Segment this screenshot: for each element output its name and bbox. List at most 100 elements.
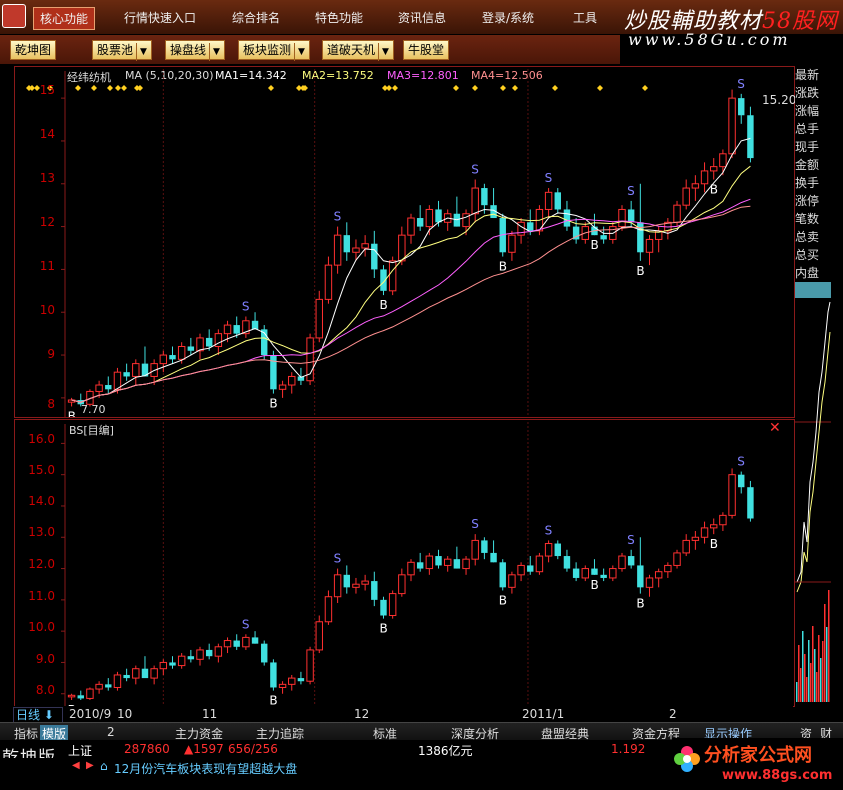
field-change[interactable]: 涨跌 [795,84,831,102]
menu-item-tools[interactable]: 工具 [573,9,597,26]
index-change: ▲1597 [184,742,224,756]
sell-signal: S [627,533,635,547]
candle-body [214,646,223,657]
low-price-label: 7.70 [81,403,106,416]
field-turnover[interactable]: 换手 [795,174,831,192]
candle-body [728,97,736,155]
mini-volume-bar [806,677,808,702]
sell-signal: S [737,77,745,91]
secret-button[interactable]: 道破天机 ▼ [322,40,394,61]
period-selector[interactable]: 日线 ⬇ [13,707,63,723]
candle-body [490,552,497,563]
scroll-right-icon[interactable]: ▶ [86,760,94,771]
field-inner-volume[interactable]: 内盘 [795,264,831,282]
field-latest[interactable]: 最新 [795,66,831,84]
candle-body [150,668,158,679]
candle-body [425,208,434,228]
candle-body [343,235,350,253]
chevron-down-icon[interactable]: ▼ [294,43,305,61]
home-icon[interactable]: ⌂ [100,759,108,773]
candle-body [673,552,681,566]
candle-body [738,474,745,488]
news-ticker[interactable]: 12月份汽车板块表现有望超越大盘 [114,760,297,777]
candle-body [554,543,561,557]
watermark-url: www.58Gu.com [628,30,791,49]
candle-body [627,556,635,566]
candle-body [738,98,745,116]
chevron-down-icon[interactable]: ▼ [136,43,147,61]
menu-item-quick-entry[interactable]: 行情快速入口 [124,9,196,26]
candle-body [270,355,277,390]
field-total-buy[interactable]: 总买 [795,246,831,264]
candle-body [205,649,213,657]
date-tick: 2011/1 [522,707,565,721]
ma-line-10 [71,165,751,403]
candle-body [123,674,130,679]
index-amount: 1386亿元 [418,744,473,758]
candle-body [261,643,268,663]
y-tick: 11.0 [28,589,55,603]
candle-body [278,384,287,390]
mini-volume-bar [828,590,830,702]
candle-body [278,683,287,688]
candle-body [691,536,700,541]
candle-body [481,188,488,206]
candle-body [563,556,571,569]
candle-body [609,568,617,579]
stock-pool-button[interactable]: 股票池 ▼ [92,40,152,61]
candle-body [627,209,635,223]
candle-body [352,247,360,253]
field-total-sell[interactable]: 总卖 [795,228,831,246]
quote-field-list: 最新 涨跌 涨幅 总手 现手 金额 换手 涨停 笔数 总卖 总买 内盘 [795,66,831,282]
app-logo-icon[interactable] [2,4,26,28]
button-label: 板块监测 [243,43,292,57]
field-total-volume[interactable]: 总手 [795,120,831,138]
field-change-pct[interactable]: 涨幅 [795,102,831,120]
event-marker [642,85,648,91]
menu-item-ranking[interactable]: 综合排名 [232,9,280,26]
menu-item-features[interactable]: 特色功能 [315,9,363,26]
field-limit-up[interactable]: 涨停 [795,192,831,210]
menu-item-news[interactable]: 资讯信息 [398,9,446,26]
y-tick: 11 [39,259,55,273]
bs-indicator-pane[interactable]: BS[目编] ✕ SSSSSSBBBBBBB 16.0 15.0 14.0 13… [14,419,795,707]
chevron-down-icon[interactable]: ▼ [209,43,220,61]
candle-body [682,187,690,206]
scroll-left-icon[interactable]: ◀ [72,760,80,771]
watermark-bottom-title: 分析家公式网 [704,745,812,766]
candle-body [95,384,103,392]
candle-body [380,599,387,616]
candle-body [223,640,232,648]
sell-signal: S [545,523,553,537]
sell-signal: S [471,162,479,176]
candle-body [187,346,195,351]
menu-item-login-system[interactable]: 登录/系统 [482,9,534,26]
candle-body [544,191,553,210]
price-chart-pane[interactable]: 经纬纺机 MA (5,10,20,30) MA1=14.342 MA2=13.7… [14,66,796,418]
menu-item-core[interactable]: 核心功能 [33,7,96,30]
candle-body [710,524,718,529]
field-trade-count[interactable]: 笔数 [795,210,831,228]
sector-monitor-button[interactable]: 板块监测 ▼ [238,40,310,61]
watermark-58gu: 炒股輔助教材58股网 www.58Gu.com [618,2,843,50]
candle-body [315,298,323,339]
tab-2[interactable]: 2 [107,725,115,739]
ma-line-5 [71,137,751,403]
candle-body [371,243,378,270]
candle-body [223,324,232,335]
field-current-volume[interactable]: 现手 [795,138,831,156]
sell-signal: S [242,300,250,314]
qiankun-chart-button[interactable]: 乾坤图 [10,40,57,60]
field-amount[interactable]: 金额 [795,156,831,174]
candle-body [324,596,333,623]
trading-line-button[interactable]: 操盘线 ▼ [165,40,225,61]
candle-body [169,355,176,360]
sell-signal: S [334,552,342,566]
chevron-down-icon[interactable]: ▼ [378,43,389,61]
mini-volume-bar [810,663,812,702]
candle-body [499,562,506,588]
bull-stock-button[interactable]: 牛股堂 [403,40,450,60]
period-label: 日线 [16,708,41,722]
candle-body [654,571,663,579]
candle-body [169,662,176,666]
